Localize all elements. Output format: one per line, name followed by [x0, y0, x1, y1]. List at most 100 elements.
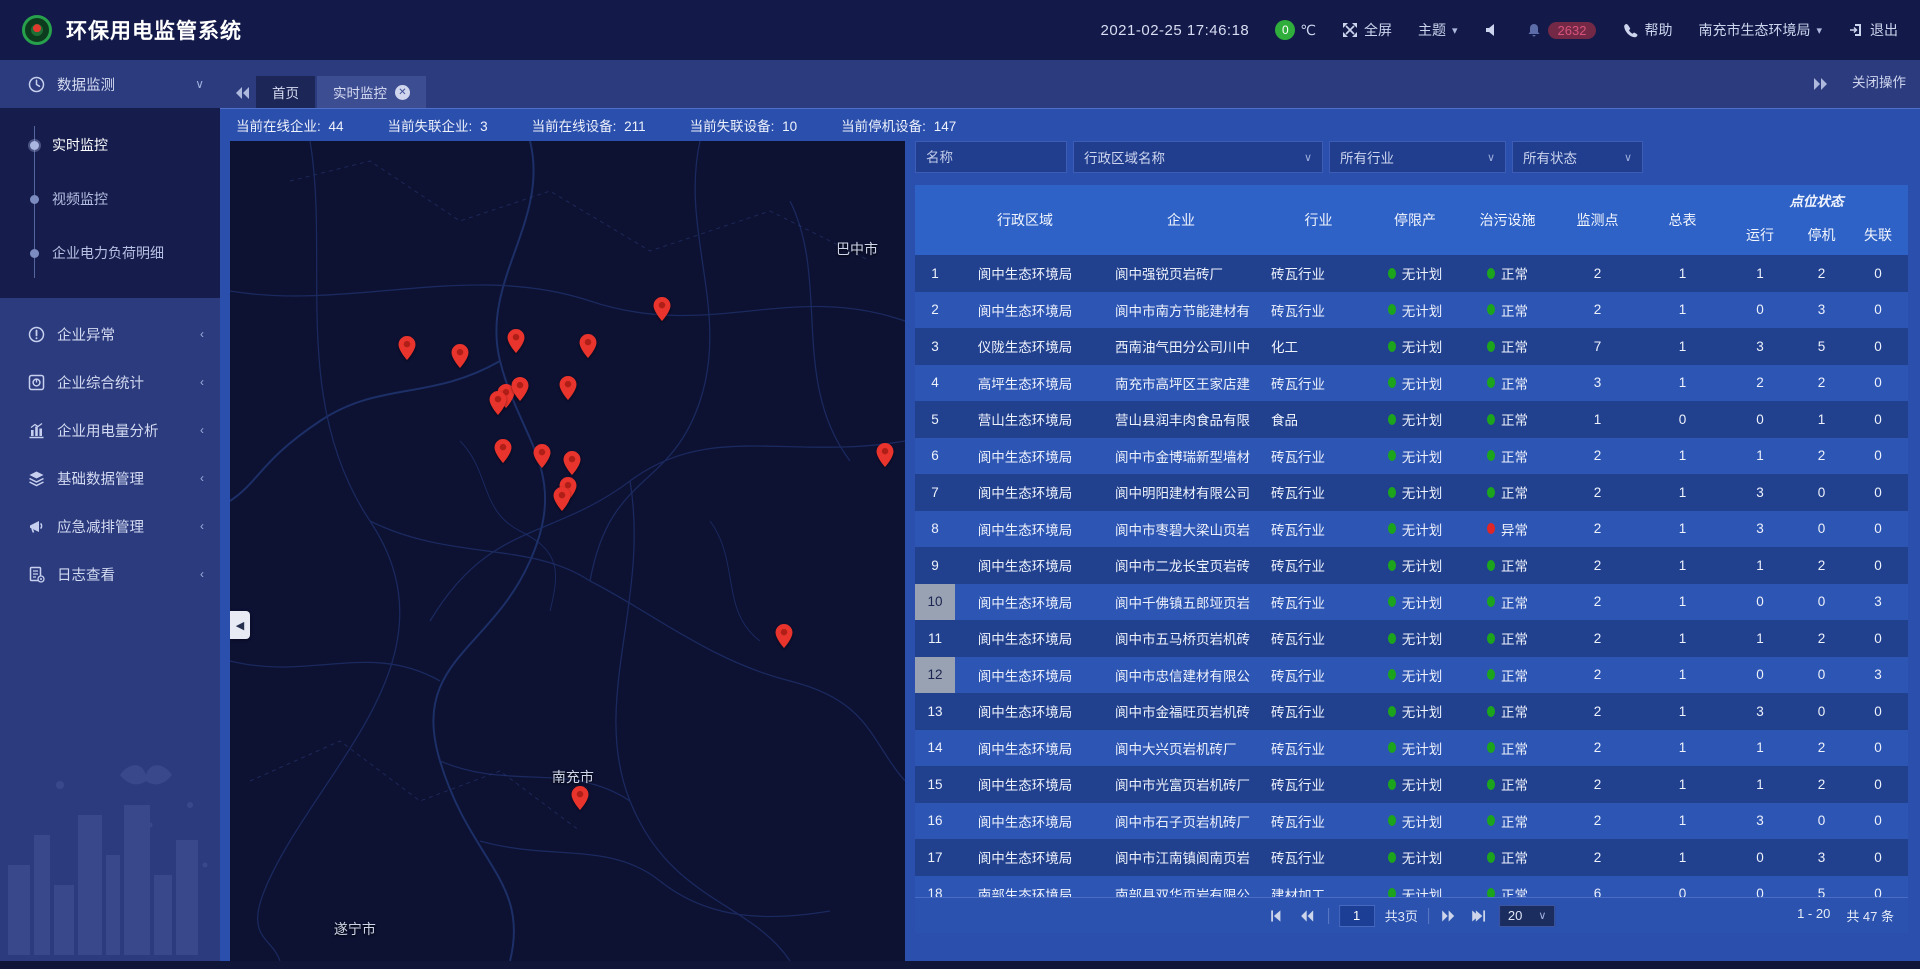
name-filter-field[interactable]: [915, 141, 1067, 173]
sidebar-subitem-1[interactable]: 视频监控: [0, 172, 220, 226]
chevron-left-icon: ‹: [200, 471, 204, 485]
bell-icon: [1526, 22, 1542, 38]
status-filter-select[interactable]: 所有状态∨: [1512, 141, 1643, 173]
cell-running: 1: [1725, 438, 1795, 475]
table-row[interactable]: 5营山生态环境局营山县润丰肉食品有限食品无计划正常10010: [915, 401, 1908, 438]
tab-close-icon[interactable]: ✕: [395, 85, 410, 100]
map-pin-icon[interactable]: [489, 391, 506, 415]
map-pin-icon[interactable]: [776, 624, 793, 648]
sidebar-subitem-2[interactable]: 企业电力负荷明细: [0, 226, 220, 280]
table-body: 1阆中生态环境局阆中强锐页岩砖厂砖瓦行业无计划正常211202阆中生态环境局阆中…: [915, 255, 1908, 897]
page-size-select[interactable]: 20∨: [1499, 905, 1556, 927]
sidebar-item-6[interactable]: 日志查看‹: [0, 550, 220, 598]
map-pin-icon[interactable]: [876, 443, 893, 467]
status-dot-green: [1487, 377, 1495, 388]
table-row[interactable]: 8阆中生态环境局阆中市枣碧大梁山页岩砖瓦行业无计划异常21300: [915, 511, 1908, 548]
sidebar-subitem-0[interactable]: 实时监控: [0, 118, 220, 172]
cell-master-meter: 1: [1640, 766, 1725, 803]
map-pin-icon[interactable]: [654, 297, 671, 321]
industry-filter-select[interactable]: 所有行业∨: [1329, 141, 1506, 173]
table-row[interactable]: 11阆中生态环境局阆中市五马桥页岩机砖砖瓦行业无计划正常21120: [915, 620, 1908, 657]
table-row[interactable]: 17阆中生态环境局阆中市江南镇阆南页岩砖瓦行业无计划正常21030: [915, 839, 1908, 876]
table-row[interactable]: 16阆中生态环境局阆中市石子页岩机砖厂砖瓦行业无计划正常21300: [915, 803, 1908, 840]
map-pin-icon[interactable]: [508, 329, 525, 353]
map-pin-icon[interactable]: [572, 786, 589, 810]
tabs-scroll-left-icon[interactable]: [230, 78, 256, 108]
theme-dropdown[interactable]: 主题▾: [1418, 20, 1458, 40]
help-button[interactable]: 帮助: [1622, 20, 1672, 40]
cell-offline: 0: [1848, 328, 1908, 365]
map-pin-icon[interactable]: [452, 344, 469, 368]
table-row[interactable]: 6阆中生态环境局阆中市金博瑞新型墙材砖瓦行业无计划正常21120: [915, 438, 1908, 475]
status-dot-green: [1388, 450, 1396, 461]
table-row[interactable]: 10阆中生态环境局阆中千佛镇五郎垭页岩砖瓦行业无计划正常21003: [915, 584, 1908, 621]
temperature-unit: ℃: [1300, 22, 1316, 39]
table-row[interactable]: 15阆中生态环境局阆中市光富页岩机砖厂砖瓦行业无计划正常21120: [915, 766, 1908, 803]
cell-running: 3: [1725, 474, 1795, 511]
map-pin-icon[interactable]: [494, 439, 511, 463]
table-row[interactable]: 12阆中生态环境局阆中市忠信建材有限公砖瓦行业无计划正常21003: [915, 657, 1908, 694]
sidebar-item-1[interactable]: 企业异常‹: [0, 310, 220, 358]
map-pin-icon[interactable]: [554, 487, 571, 511]
last-page-icon[interactable]: [1469, 906, 1489, 926]
tabs-scroll-right-icon[interactable]: [1808, 60, 1834, 108]
cell-offline: 3: [1848, 584, 1908, 621]
name-filter-input[interactable]: [926, 150, 1056, 165]
cell-master-meter: 1: [1640, 292, 1725, 329]
cell-limit-production: 无计划: [1370, 803, 1460, 840]
sidebar-item-4[interactable]: 基础数据管理‹: [0, 454, 220, 502]
cell-master-meter: 1: [1640, 730, 1725, 767]
table-row[interactable]: 1阆中生态环境局阆中强锐页岩砖厂砖瓦行业无计划正常21120: [915, 255, 1908, 292]
sidebar-item-3[interactable]: 企业用电量分析‹: [0, 406, 220, 454]
cell-region: 阆中生态环境局: [955, 803, 1095, 840]
table-row[interactable]: 9阆中生态环境局阆中市二龙长宝页岩砖砖瓦行业无计划正常21120: [915, 547, 1908, 584]
speaker-muted-icon: [1484, 22, 1500, 38]
table-row[interactable]: 2阆中生态环境局阆中市南方节能建材有砖瓦行业无计划正常21030: [915, 292, 1908, 329]
map-pin-icon[interactable]: [533, 444, 550, 468]
table-row[interactable]: 13阆中生态环境局阆中市金福旺页岩机砖砖瓦行业无计划正常21300: [915, 693, 1908, 730]
user-dropdown[interactable]: 南充市生态环境局▾: [1698, 20, 1822, 40]
cell-monitor-points: 2: [1555, 766, 1640, 803]
cell-offline: 0: [1848, 255, 1908, 292]
cell-company: 阆中市忠信建材有限公: [1095, 657, 1267, 694]
cell-industry: 砖瓦行业: [1267, 511, 1370, 548]
cell-company: 阆中市二龙长宝页岩砖: [1095, 547, 1267, 584]
sound-mute-button[interactable]: [1484, 22, 1500, 38]
cell-company: 阆中市金福旺页岩机砖: [1095, 693, 1267, 730]
cell-treatment-facility: 正常: [1460, 693, 1555, 730]
map-panel[interactable]: 巴中市南充市遂宁市 ◀: [230, 141, 905, 961]
table-row[interactable]: 18南部生态环境局南部县双华页岩有限公建材加工无计划正常60050: [915, 876, 1908, 898]
close-operations-button[interactable]: 关闭操作: [1852, 71, 1906, 98]
map-pin-icon[interactable]: [560, 376, 577, 400]
prev-page-icon[interactable]: [1298, 906, 1318, 926]
row-index: 18: [915, 876, 955, 898]
next-page-icon[interactable]: [1439, 906, 1459, 926]
map-pin-icon[interactable]: [564, 451, 581, 475]
table-row[interactable]: 4高坪生态环境局南充市高坪区王家店建砖瓦行业无计划正常31220: [915, 365, 1908, 402]
table-row[interactable]: 7阆中生态环境局阆中明阳建材有限公司砖瓦行业无计划正常21300: [915, 474, 1908, 511]
sidebar-item-2[interactable]: 企业综合统计‹: [0, 358, 220, 406]
map-pin-icon[interactable]: [398, 336, 415, 360]
cell-master-meter: 1: [1640, 657, 1725, 694]
cell-treatment-facility: 正常: [1460, 876, 1555, 898]
region-filter-select[interactable]: 行政区域名称∨: [1073, 141, 1323, 173]
page-number-input[interactable]: 1: [1339, 905, 1375, 927]
sidebar-item-0[interactable]: 数据监测∨: [0, 60, 220, 108]
map-pin-icon[interactable]: [512, 377, 529, 401]
notifications[interactable]: 2632: [1526, 22, 1597, 39]
row-index: 15: [915, 766, 955, 803]
tab-0[interactable]: 首页: [256, 76, 315, 108]
table-row[interactable]: 14阆中生态环境局阆中大兴页岩机砖厂砖瓦行业无计划正常21120: [915, 730, 1908, 767]
bottom-strip: [0, 961, 1920, 969]
sidebar-item-5[interactable]: 应急减排管理‹: [0, 502, 220, 550]
status-dot-green: [1388, 742, 1396, 753]
row-index: 4: [915, 365, 955, 402]
chevron-down-icon: ∨: [195, 77, 204, 91]
map-pin-icon[interactable]: [579, 334, 596, 358]
fullscreen-button[interactable]: 全屏: [1342, 20, 1392, 40]
logout-button[interactable]: 退出: [1848, 20, 1898, 40]
table-row[interactable]: 3仪陇生态环境局西南油气田分公司川中化工无计划正常71350: [915, 328, 1908, 365]
tab-1[interactable]: 实时监控✕: [317, 76, 426, 108]
first-page-icon[interactable]: [1268, 906, 1288, 926]
sidebar-collapse-button[interactable]: ◀: [230, 611, 250, 639]
